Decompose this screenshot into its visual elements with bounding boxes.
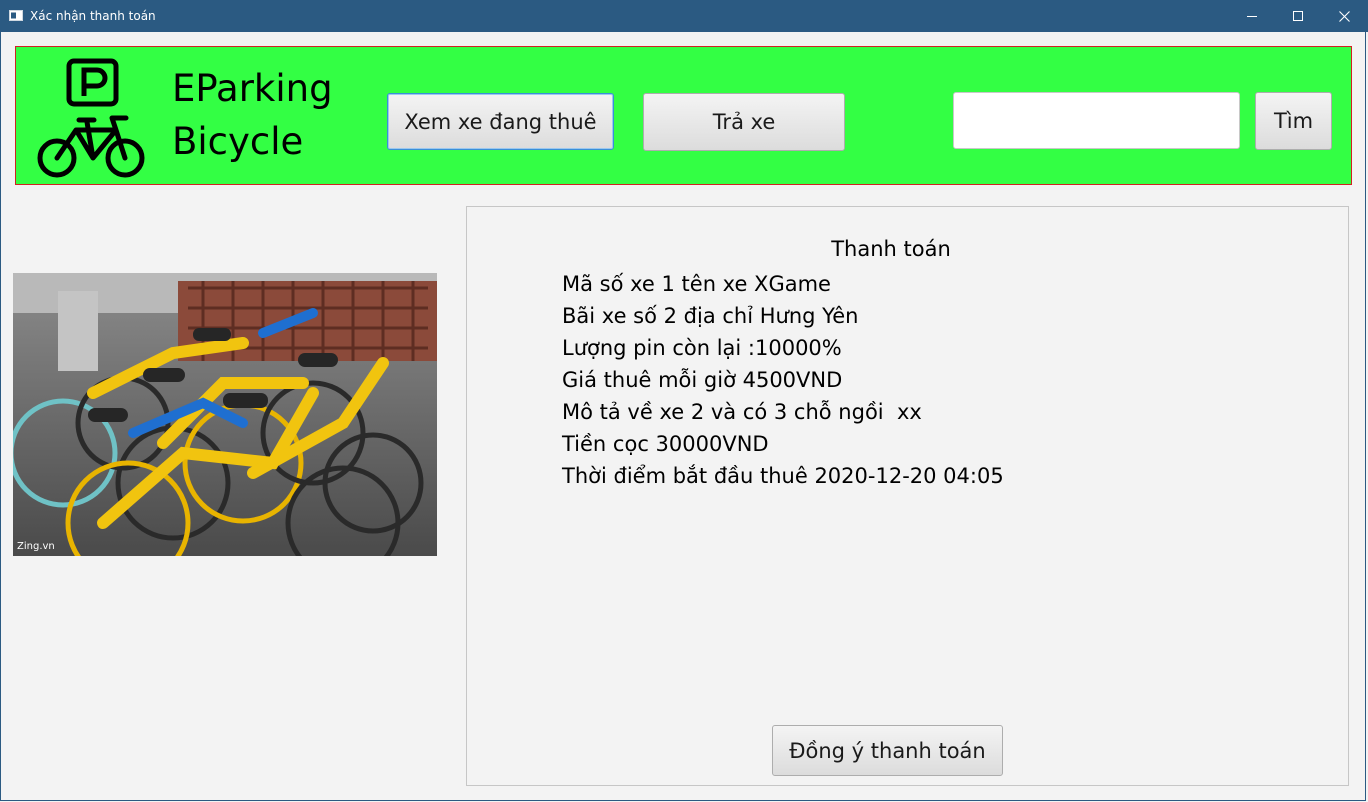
search-input[interactable] [953,92,1240,149]
view-rented-bikes-button[interactable]: Xem xe đang thuê [387,93,614,150]
parking-lot-line: Bãi xe số 2 địa chỉ Hưng Yên [562,304,859,328]
close-button[interactable] [1321,0,1367,32]
payment-details: Mã số xe 1 tên xe XGame Bãi xe số 2 địa … [562,268,1004,492]
bicycle-photo: Zing.vn [13,273,437,556]
minimize-button[interactable] [1229,0,1275,32]
brand-line-2: Bicycle [172,120,304,163]
payment-panel: Thanh toán Mã số xe 1 tên xe XGame Bãi x… [466,206,1349,786]
brand-name: EParking Bicycle [172,62,333,168]
deposit-line: Tiền cọc 30000VND [562,432,769,456]
confirm-payment-button[interactable]: Đồng ý thanh toán [772,725,1003,776]
minimize-icon [1247,16,1257,17]
window-title: Xác nhận thanh toán [30,9,156,23]
payment-title: Thanh toán [831,237,951,261]
title-bar: Xác nhận thanh toán [0,0,1368,32]
maximize-button[interactable] [1275,0,1321,32]
parking-bicycle-logo-icon [37,58,145,178]
app-icon [9,10,23,21]
search-button[interactable]: Tìm [1255,92,1332,150]
hourly-price-line: Giá thuê mỗi giờ 4500VND [562,368,843,392]
battery-line: Lượng pin còn lại :10000% [562,336,842,360]
description-line: Mô tả về xe 2 và có 3 chỗ ngồi xx [562,400,922,424]
bike-id-line: Mã số xe 1 tên xe XGame [562,272,831,296]
return-bike-button[interactable]: Trả xe [643,93,845,151]
bicycle-photo-illustration: Zing.vn [13,273,437,556]
maximize-icon [1293,11,1303,21]
photo-watermark: Zing.vn [17,541,55,552]
start-time-line: Thời điểm bắt đầu thuê 2020-12-20 04:05 [562,464,1004,488]
close-icon [1338,10,1350,22]
brand-line-1: EParking [172,67,333,110]
